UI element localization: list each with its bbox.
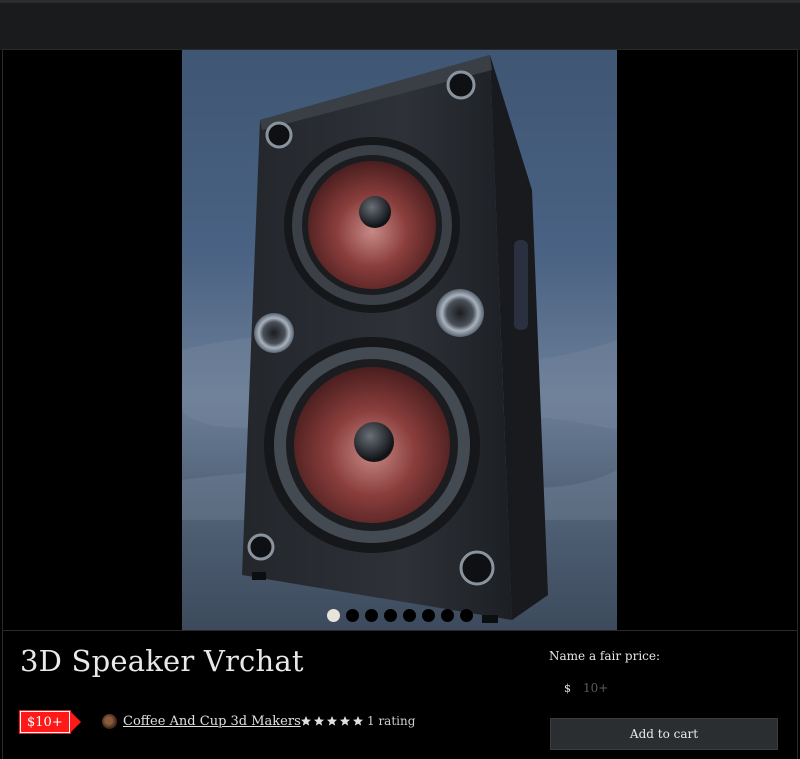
star-icon — [314, 716, 324, 726]
product-image-carousel[interactable] — [182, 50, 617, 630]
author-info: Coffee And Cup 3d Makers — [102, 714, 301, 729]
rating-stars — [300, 715, 364, 727]
carousel-dot[interactable] — [345, 609, 359, 622]
product-title: 3D Speaker Vrchat — [20, 644, 304, 678]
price-badge-label: $10+ — [27, 714, 63, 730]
carousel-dot[interactable] — [421, 609, 435, 622]
author-link[interactable]: Coffee And Cup 3d Makers — [123, 714, 301, 729]
carousel-dot[interactable] — [440, 609, 454, 622]
star-icon — [353, 716, 363, 726]
divider — [2, 630, 798, 631]
product-meta: $10+ Coffee And Cup 3d Makers 1 rating — [19, 710, 415, 734]
top-bar — [0, 0, 800, 50]
rating-summary[interactable]: 1 rating — [300, 714, 415, 728]
star-icon — [301, 716, 311, 726]
price-input-group: $ — [549, 676, 778, 700]
carousel-dot[interactable] — [402, 609, 416, 622]
star-icon — [327, 716, 337, 726]
avatar-icon — [102, 714, 117, 729]
carousel-dot[interactable] — [326, 609, 340, 622]
star-icon — [340, 716, 350, 726]
add-to-cart-button[interactable]: Add to cart — [550, 718, 778, 750]
currency-symbol: $ — [564, 681, 571, 695]
carousel-dot[interactable] — [383, 609, 397, 622]
price-input[interactable] — [581, 680, 735, 696]
fair-price-label: Name a fair price: — [549, 649, 661, 663]
speaker-product-image — [182, 50, 617, 630]
carousel-dots — [182, 609, 617, 622]
rating-count: 1 rating — [367, 714, 416, 728]
carousel-dot[interactable] — [459, 609, 473, 622]
price-badge: $10+ — [19, 710, 81, 734]
price-badge-tail — [69, 711, 81, 733]
carousel-dot[interactable] — [364, 609, 378, 622]
